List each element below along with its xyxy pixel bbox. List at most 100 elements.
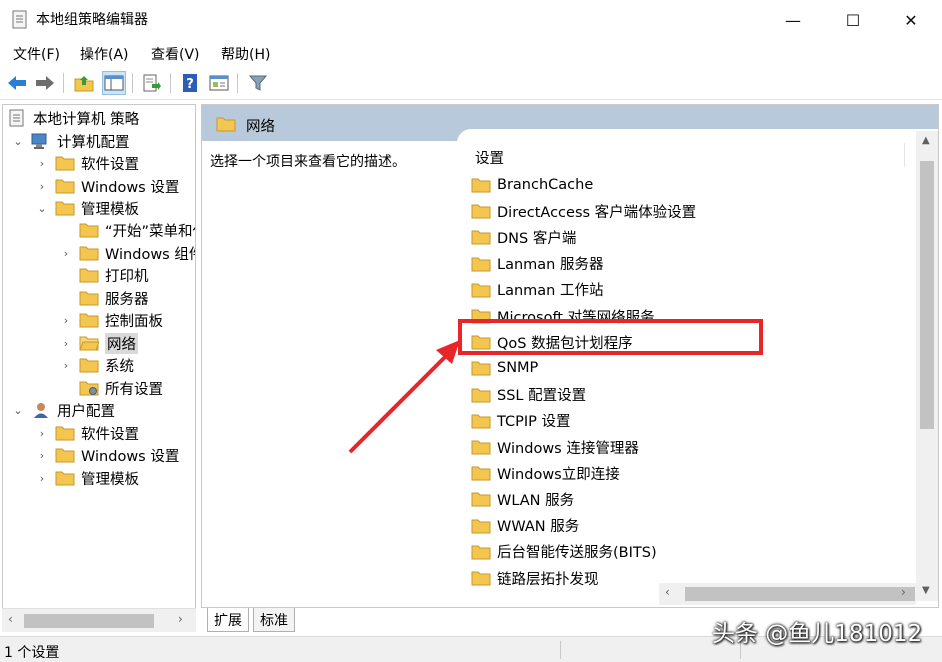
tab-extended[interactable]: 扩展 <box>207 608 249 632</box>
setting-folder-item[interactable]: Lanman 工作站 <box>471 278 603 302</box>
folder-icon <box>79 223 99 238</box>
tree-item[interactable]: “开始”菜单和任 <box>59 219 195 241</box>
menu-view[interactable]: 查看(V) <box>151 44 200 64</box>
tree-item[interactable]: › 软件设置 <box>35 422 139 444</box>
tree-item-label: Windows 组件 <box>105 246 196 263</box>
help-icon[interactable]: ? <box>178 71 202 95</box>
folder-icon <box>55 448 75 463</box>
setting-folder-label: Windows立即连接 <box>497 466 620 483</box>
folder-icon <box>79 291 99 306</box>
tree-item[interactable]: › 网络 <box>59 332 138 354</box>
setting-folder-item[interactable]: BranchCache <box>471 173 593 197</box>
maximize-button[interactable]: ☐ <box>830 0 876 40</box>
tree-item-label: 计算机配置 <box>57 134 130 151</box>
chevron-right-icon[interactable]: › <box>35 179 49 193</box>
filter-icon[interactable] <box>246 71 270 95</box>
setting-folder-item[interactable]: Windows立即连接 <box>471 461 620 485</box>
svg-text:?: ? <box>186 77 194 92</box>
setting-folder-item[interactable]: Windows 连接管理器 <box>471 435 639 459</box>
scroll-thumb[interactable] <box>685 587 915 601</box>
chevron-right-icon[interactable]: › <box>35 448 49 462</box>
toolbar-separator <box>170 73 171 93</box>
setting-folder-item[interactable]: 链路层拓扑发现 <box>471 566 599 590</box>
close-button[interactable]: ✕ <box>888 0 934 40</box>
scroll-down-arrow[interactable]: ▼ <box>922 585 930 596</box>
menu-file[interactable]: 文件(F) <box>13 44 60 64</box>
tree-item[interactable]: ⌄ 管理模板 <box>35 197 139 219</box>
scroll-thumb[interactable] <box>920 161 934 429</box>
setting-folder-item[interactable]: Lanman 服务器 <box>471 252 603 276</box>
tree-item[interactable]: › 系统 <box>59 354 134 376</box>
setting-folder-label: SNMP <box>497 360 539 377</box>
tree-item[interactable]: ⌄ 计算机配置 <box>11 130 130 152</box>
tree-item[interactable]: › 软件设置 <box>35 152 139 174</box>
setting-folder-label: Windows 连接管理器 <box>497 440 639 457</box>
chevron-right-icon[interactable]: › <box>35 471 49 485</box>
tree-item-label: 服务器 <box>105 291 149 308</box>
menu-help[interactable]: 帮助(H) <box>221 44 270 64</box>
tab-standard[interactable]: 标准 <box>253 608 295 632</box>
status-text: 1 个设置 <box>4 645 60 661</box>
chevron-right-icon[interactable]: › <box>59 246 73 260</box>
tree-item[interactable]: 所有设置 <box>59 377 163 399</box>
back-arrow-icon[interactable] <box>5 71 29 95</box>
details-title: 网络 <box>246 119 275 135</box>
setting-folder-item[interactable]: WWAN 服务 <box>471 514 579 538</box>
list-vertical-scrollbar[interactable]: ▲ ▼ <box>916 131 938 601</box>
setting-folder-label: DirectAccess 客户端体验设置 <box>497 204 697 221</box>
menu-action[interactable]: 操作(A) <box>80 44 129 64</box>
forward-arrow-icon[interactable] <box>33 71 57 95</box>
highlight-box <box>458 319 763 355</box>
list-horizontal-scrollbar[interactable]: ‹ › <box>659 583 916 605</box>
export-list-icon[interactable] <box>140 71 164 95</box>
folder-icon <box>471 545 491 560</box>
user-icon <box>34 403 48 418</box>
console-tree[interactable]: 本地计算机 策略 ⌄ 计算机配置 › 软件设置 › Windows 设置 ⌄ 管理模板 “开始”菜… <box>2 104 196 632</box>
setting-folder-item[interactable]: DNS 客户端 <box>471 225 576 249</box>
scroll-right-arrow[interactable]: › <box>178 612 183 626</box>
title-bar: 本地组策略编辑器 — ☐ ✕ <box>0 0 942 40</box>
setting-folder-item[interactable]: SSL 配置设置 <box>471 383 586 407</box>
tree-item[interactable]: 本地计算机 策略 <box>7 107 139 129</box>
tree-item[interactable]: › 控制面板 <box>59 309 163 331</box>
annotation-arrow-icon <box>348 340 460 454</box>
up-folder-icon[interactable] <box>72 71 96 95</box>
properties-icon[interactable] <box>207 71 231 95</box>
tree-item[interactable]: › 管理模板 <box>35 467 139 489</box>
tree-horizontal-scrollbar[interactable]: ‹ › <box>2 608 196 632</box>
settings-list[interactable]: 设置 BranchCache DirectAccess 客户端体验设置 DNS 客户… <box>457 129 938 607</box>
tree-item[interactable]: › Windows 设置 <box>35 175 179 197</box>
setting-folder-item[interactable]: WLAN 服务 <box>471 487 574 511</box>
chevron-right-icon[interactable]: › <box>59 336 73 350</box>
chevron-right-icon[interactable]: › <box>59 313 73 327</box>
folder-icon <box>55 156 75 171</box>
setting-folder-label: Lanman 工作站 <box>497 283 604 300</box>
setting-folder-item[interactable]: SNMP <box>471 356 538 380</box>
setting-folder-item[interactable]: 后台智能传送服务(BITS) <box>471 540 657 564</box>
setting-folder-item[interactable]: DirectAccess 客户端体验设置 <box>471 199 696 223</box>
tree-item[interactable]: 服务器 <box>59 287 149 309</box>
scroll-left-arrow[interactable]: ‹ <box>8 612 13 626</box>
tree-item[interactable]: › Windows 设置 <box>35 444 179 466</box>
chevron-down-icon[interactable]: ⌄ <box>11 134 25 148</box>
chevron-down-icon[interactable]: ⌄ <box>11 403 25 417</box>
chevron-right-icon[interactable]: › <box>35 426 49 440</box>
tree-item-label: 系统 <box>105 358 134 375</box>
tree-item[interactable]: ⌄ 用户配置 <box>11 399 115 421</box>
scroll-right-arrow[interactable]: › <box>901 585 906 599</box>
computer-icon <box>31 133 47 149</box>
column-header-settings[interactable]: 设置 <box>475 147 504 168</box>
scroll-up-arrow[interactable]: ▲ <box>922 135 930 146</box>
scroll-thumb[interactable] <box>24 614 154 628</box>
chevron-down-icon[interactable]: ⌄ <box>35 201 49 215</box>
chevron-right-icon[interactable]: › <box>35 156 49 170</box>
chevron-right-icon[interactable]: › <box>59 358 73 372</box>
tree-item[interactable]: › Windows 组件 <box>59 242 196 264</box>
show-hide-tree-icon[interactable] <box>102 71 126 95</box>
tree-item[interactable]: 打印机 <box>59 264 149 286</box>
minimize-button[interactable]: — <box>770 0 816 40</box>
scroll-left-arrow[interactable]: ‹ <box>665 585 670 599</box>
setting-folder-item[interactable]: TCPIP 设置 <box>471 409 571 433</box>
